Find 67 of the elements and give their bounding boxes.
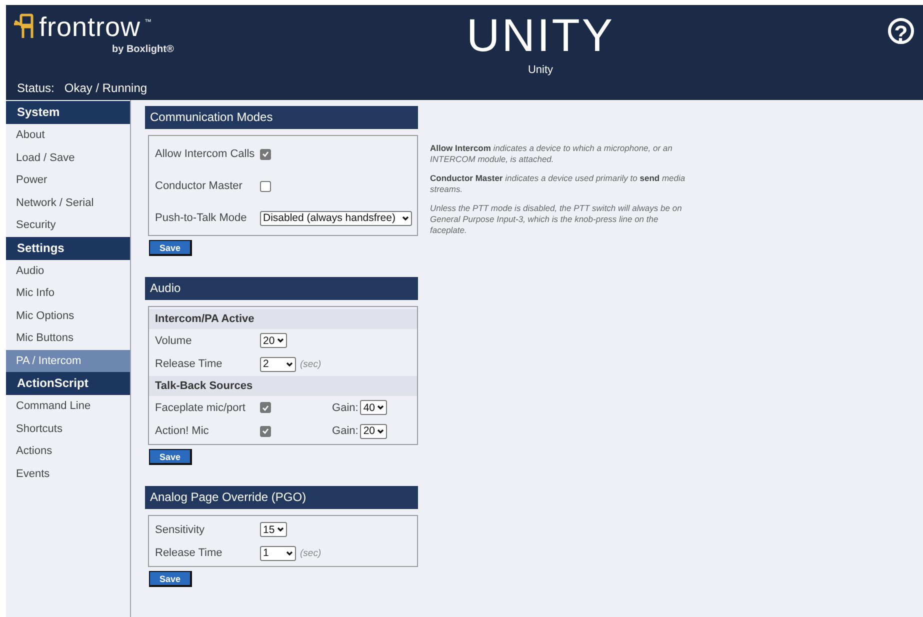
save-button[interactable]: Save [149, 240, 192, 256]
checkbox[interactable] [260, 148, 271, 160]
byline-text: by Boxlight® [112, 44, 175, 55]
sidebar-item[interactable]: Command Line [6, 395, 130, 418]
field-label: Volume [155, 334, 193, 347]
dropdown[interactable]: Disabled (always handsfree) [260, 210, 412, 226]
checkbox[interactable] [260, 180, 271, 192]
help-button[interactable]: ? [888, 18, 914, 44]
checkbox[interactable] [260, 426, 271, 437]
dropdown[interactable]: 20 [360, 424, 387, 439]
device-name: Unity [528, 64, 554, 76]
panel-header: Communication Modes [145, 106, 418, 129]
caret-icon [402, 216, 409, 220]
field-label: Action! Mic [155, 425, 210, 438]
dropdown[interactable]: 1 [260, 546, 296, 561]
sidebar-item[interactable]: Mic Options [6, 304, 130, 327]
field-label: Conductor Master [155, 180, 244, 192]
field-label: Release Time [155, 547, 224, 560]
status-label: Status: [17, 81, 54, 95]
unit-label: (sec) [300, 358, 322, 370]
caret-icon [276, 527, 284, 532]
status-value: Okay / Running [64, 81, 148, 95]
caret-icon [276, 338, 284, 344]
help-note: Unless the PTT mode is disabled, the PTT switch will always be on General Purpose Input-3, which is the knob-press line on the faceplate. [430, 203, 683, 236]
gain-label: Gain: [332, 402, 358, 414]
sidebar-item[interactable]: Network / Serial [6, 192, 130, 214]
sidebar-item[interactable]: Mic Buttons [6, 327, 130, 350]
gain-label: Gain: [332, 425, 358, 438]
field-label: Release Time [155, 358, 224, 370]
caret-icon [377, 428, 384, 434]
sidebar-item[interactable]: Mic Info [6, 282, 130, 304]
field-label: Sensitivity [155, 524, 206, 536]
section-subheading: Intercom/PA Active [149, 309, 417, 329]
field-label: Faceplate mic/port [155, 402, 246, 414]
dropdown[interactable]: 40 [360, 400, 387, 416]
help-note: Allow Intercom indicates a device to which a microphone, or an INTERCOM module, is attached. [430, 143, 674, 165]
checkbox[interactable] [260, 402, 271, 414]
chair-icon [13, 13, 35, 39]
sidebar-item[interactable]: Events [6, 462, 130, 485]
dropdown[interactable]: 2 [260, 356, 296, 372]
sidebar-item[interactable]: Shortcuts [6, 418, 130, 440]
sidebar-heading: System [6, 101, 130, 124]
field-label: Allow Intercom Calls [155, 148, 256, 160]
section-subheading: Talk-Back Sources [149, 376, 417, 396]
panel-header: Audio [145, 277, 418, 300]
field-label: Push-to-Talk Mode [155, 212, 248, 224]
unit-label: (sec) [300, 548, 322, 559]
logo-text: frontrow [39, 13, 141, 41]
sidebar-item[interactable]: Actions [6, 440, 130, 462]
caret-icon [286, 550, 293, 556]
caret-icon [377, 405, 384, 410]
sidebar-item[interactable]: Audio [6, 260, 130, 282]
sidebar-heading: Settings [6, 236, 130, 260]
app-title: UNITY [466, 12, 614, 58]
save-button[interactable]: Save [149, 449, 192, 465]
sidebar-item[interactable]: About [6, 124, 130, 146]
caret-icon [286, 362, 293, 367]
sidebar-item[interactable]: Load / Save [6, 146, 130, 169]
dropdown[interactable]: 15 [260, 522, 287, 538]
sidebar-heading: ActionScript [6, 372, 130, 395]
sidebar-item[interactable]: Security [6, 214, 130, 236]
panel-header: Analog Page Override (PGO) [145, 486, 418, 509]
save-button[interactable]: Save [149, 571, 192, 587]
sidebar-item[interactable]: PA / Intercom [6, 350, 130, 372]
dropdown[interactable]: 20 [260, 333, 287, 348]
help-note: Conductor Master indicates a device used primarily to send media streams. [430, 173, 686, 195]
sidebar-item[interactable]: Power [6, 169, 130, 192]
